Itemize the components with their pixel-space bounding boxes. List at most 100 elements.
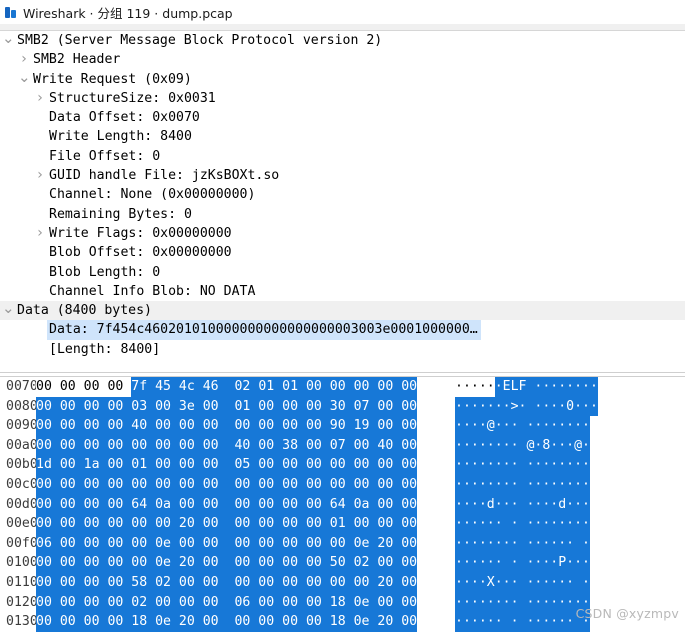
ascii-selected[interactable]: ······ · ······ · (455, 612, 590, 632)
hex-bytes-selected[interactable]: 00 00 00 00 64 0a 00 00 00 00 00 00 64 0… (36, 494, 418, 515)
hex-dump-row[interactable]: 0120 00 00 00 00 02 00 00 00 06 00 00 00 … (0, 592, 685, 613)
hex-bytes-selected[interactable]: 7f 45 4c 46 02 01 01 00 00 00 00 00 (131, 377, 418, 397)
ascii-selected[interactable]: ·ELF ········ (494, 377, 598, 397)
packet-detail-pane[interactable]: ⌄ SMB2 (Server Message Block Protocol ver… (0, 31, 685, 372)
hex-bytes-cell[interactable]: 00 00 00 00 00 00 00 00 00 00 00 00 00 0… (36, 474, 418, 495)
hex-bytes-selected[interactable]: 00 00 00 00 00 00 00 00 40 00 38 00 07 0… (36, 435, 418, 456)
ascii-cell[interactable]: ········ ········ (455, 592, 590, 613)
ascii-selected[interactable]: ········ ······ · (455, 533, 590, 554)
detail-tree-row[interactable]: File Offset: 0 (0, 147, 685, 166)
chevron-right-icon[interactable]: › (34, 224, 46, 243)
ascii-selected[interactable]: ········ ········ (455, 592, 590, 613)
ascii-cell[interactable]: ·······>· ····0··· (455, 396, 598, 417)
hex-bytes-selected[interactable]: 1d 00 1a 00 01 00 00 00 05 00 00 00 00 0… (36, 455, 418, 475)
hex-bytes-selected[interactable]: 00 00 00 00 02 00 00 00 06 00 00 00 18 0… (36, 592, 418, 613)
hex-bytes-selected[interactable]: 00 00 00 00 18 0e 20 00 00 00 00 00 18 0… (36, 612, 418, 632)
chevron-right-icon[interactable]: › (18, 50, 30, 69)
detail-tree-row[interactable]: › GUID handle File: jzKsBOXt.so (0, 166, 685, 185)
hex-bytes-cell[interactable]: 00 00 00 00 40 00 00 00 00 00 00 00 90 1… (36, 416, 418, 436)
hex-bytes-cell[interactable]: 00 00 00 00 00 00 20 00 00 00 00 00 01 0… (36, 514, 418, 534)
hex-bytes-cell[interactable]: 00 00 00 00 02 00 00 00 06 00 00 00 18 0… (36, 592, 418, 613)
detail-tree-row[interactable]: ⌄ SMB2 (Server Message Block Protocol ver… (0, 31, 685, 50)
hex-bytes-selected[interactable]: 06 00 00 00 00 0e 00 00 00 00 00 00 00 0… (36, 533, 418, 554)
detail-tree-row[interactable]: Data Offset: 0x0070 (0, 108, 685, 127)
ascii-cell[interactable]: ········ @·8···@· (455, 435, 590, 456)
title-separator (0, 24, 685, 31)
hex-bytes-selected[interactable]: 00 00 00 00 40 00 00 00 00 00 00 00 90 1… (36, 416, 418, 436)
hex-offset-label: 0100 (6, 555, 38, 571)
chevron-right-icon[interactable]: › (34, 89, 46, 108)
ascii-selected[interactable]: ····d··· ····d··· (455, 494, 590, 515)
hex-bytes-cell[interactable]: 00 00 00 00 64 0a 00 00 00 00 00 00 64 0… (36, 494, 418, 515)
hex-dump-row[interactable]: 0090 00 00 00 00 40 00 00 00 00 00 00 00 … (0, 416, 685, 436)
ascii-cell[interactable]: ····d··· ····d··· (455, 494, 590, 515)
hex-bytes-selected[interactable]: 00 00 00 00 03 00 3e 00 01 00 00 00 30 0… (36, 396, 418, 417)
hex-bytes-cell[interactable]: 06 00 00 00 00 0e 00 00 00 00 00 00 00 0… (36, 533, 418, 554)
ascii-selected[interactable]: ······ · ········ (455, 514, 590, 534)
ascii-cell[interactable]: ····@··· ········ (455, 416, 590, 436)
hex-bytes-unselected[interactable]: 00 00 00 00 (36, 377, 132, 397)
detail-tree-row[interactable]: Channel Info Blob: NO DATA (0, 282, 685, 301)
hex-bytes-cell[interactable]: 00 00 00 00 00 00 00 00 40 00 38 00 07 0… (36, 435, 418, 456)
hex-offset-label: 00c0 (6, 476, 38, 492)
hex-bytes-cell[interactable]: 00 00 00 00 00 0e 20 00 00 00 00 00 50 0… (36, 553, 418, 573)
hex-dump-row[interactable]: 0130 00 00 00 00 18 0e 20 00 00 00 00 00 … (0, 612, 685, 632)
ascii-selected[interactable]: ········ ········ (455, 474, 590, 495)
ascii-selected[interactable]: ······ · ····P··· (455, 553, 590, 573)
ascii-cell[interactable]: ········ ········ (455, 474, 590, 495)
hex-dump-row[interactable]: 0080 00 00 00 00 03 00 3e 00 01 00 00 00 … (0, 396, 685, 417)
ascii-selected[interactable]: ····@··· ········ (455, 416, 590, 436)
detail-tree-row[interactable]: ⌄ Write Request (0x09) (0, 69, 685, 89)
hex-dump-row[interactable]: 0110 00 00 00 00 58 02 00 00 00 00 00 00 … (0, 572, 685, 593)
packet-bytes-pane[interactable]: 0070 00 00 00 00 7f 45 4c 46 02 01 01 00 … (0, 377, 685, 632)
hex-dump-row[interactable]: 00d0 00 00 00 00 64 0a 00 00 00 00 00 00 … (0, 494, 685, 515)
hex-bytes-selected[interactable]: 00 00 00 00 00 00 00 00 00 00 00 00 00 0… (36, 474, 418, 495)
hex-dump-row[interactable]: 0070 00 00 00 00 7f 45 4c 46 02 01 01 00 … (0, 377, 685, 397)
ascii-cell[interactable]: ······ · ····P··· (455, 553, 590, 573)
ascii-selected[interactable]: ····X··· ······ · (455, 572, 590, 593)
detail-tree-row[interactable]: [Length: 8400] (0, 340, 685, 359)
ascii-cell[interactable]: ······ · ······ · (455, 612, 590, 632)
hex-bytes-cell[interactable]: 00 00 00 00 58 02 00 00 00 00 00 00 00 0… (36, 572, 418, 593)
hex-dump-row[interactable]: 00c0 00 00 00 00 00 00 00 00 00 00 00 00 … (0, 474, 685, 495)
ascii-selected[interactable]: ·······>· ····0··· (455, 396, 598, 417)
hex-bytes-selected[interactable]: 00 00 00 00 58 02 00 00 00 00 00 00 00 0… (36, 572, 418, 593)
detail-tree-row[interactable]: Remaining Bytes: 0 (0, 205, 685, 224)
hex-bytes-cell[interactable]: 00 00 00 00 03 00 3e 00 01 00 00 00 30 0… (36, 396, 418, 417)
chevron-down-icon[interactable]: ⌄ (2, 301, 15, 316)
hex-bytes-selected[interactable]: 00 00 00 00 00 00 20 00 00 00 00 00 01 0… (36, 514, 418, 534)
hex-dump-row[interactable]: 00a0 00 00 00 00 00 00 00 00 40 00 38 00 … (0, 435, 685, 456)
ascii-unselected[interactable]: ····· (455, 377, 495, 397)
hex-dump-row[interactable]: 00b0 1d 00 1a 00 01 00 00 00 05 00 00 00 … (0, 455, 685, 475)
ascii-cell[interactable]: ········ ······ · (455, 533, 590, 554)
hex-bytes-cell[interactable]: 00 00 00 00 7f 45 4c 46 02 01 01 00 00 0… (36, 377, 418, 397)
ascii-selected[interactable]: ········ @·8···@· (455, 435, 590, 456)
detail-tree-row[interactable]: Blob Offset: 0x00000000 (0, 243, 685, 262)
ascii-cell[interactable]: ······ELF ········ (455, 377, 598, 397)
hex-offset-label: 0090 (6, 418, 38, 434)
hex-bytes-selected[interactable]: 00 00 00 00 00 0e 20 00 00 00 00 00 50 0… (36, 553, 418, 573)
detail-tree-row[interactable]: Data: 7f454c4602010100000000000000000030… (0, 320, 685, 340)
detail-tree-row[interactable]: Channel: None (0x00000000) (0, 185, 685, 204)
detail-tree-row[interactable]: › StructureSize: 0x0031 (0, 89, 685, 108)
ascii-cell[interactable]: ····X··· ······ · (455, 572, 590, 593)
chevron-down-icon[interactable]: ⌄ (2, 31, 15, 46)
ascii-selected[interactable]: ········ ········ (455, 455, 590, 475)
chevron-down-icon[interactable]: ⌄ (18, 69, 31, 84)
detail-tree-row[interactable]: Write Length: 8400 (0, 127, 685, 146)
hex-dump-row[interactable]: 00f0 06 00 00 00 00 0e 00 00 00 00 00 00 … (0, 533, 685, 554)
hex-dump-row[interactable]: 00e0 00 00 00 00 00 00 20 00 00 00 00 00 … (0, 514, 685, 534)
detail-tree-row-label: Write Flags: 0x00000000 (49, 225, 232, 241)
detail-tree-row[interactable]: › Write Flags: 0x00000000 (0, 224, 685, 243)
detail-tree-row-label: Blob Length: 0 (49, 264, 161, 280)
hex-offset-label: 0080 (6, 398, 38, 414)
detail-tree-row[interactable]: ⌄ Data (8400 bytes) (0, 301, 685, 321)
chevron-right-icon[interactable]: › (34, 166, 46, 185)
hex-dump-row[interactable]: 0100 00 00 00 00 00 0e 20 00 00 00 00 00 … (0, 553, 685, 573)
detail-tree-row[interactable]: Blob Length: 0 (0, 263, 685, 282)
hex-bytes-cell[interactable]: 1d 00 1a 00 01 00 00 00 05 00 00 00 00 0… (36, 455, 418, 475)
hex-bytes-cell[interactable]: 00 00 00 00 18 0e 20 00 00 00 00 00 18 0… (36, 612, 418, 632)
ascii-cell[interactable]: ········ ········ (455, 455, 590, 475)
ascii-cell[interactable]: ······ · ········ (455, 514, 590, 534)
detail-tree-row[interactable]: › SMB2 Header (0, 50, 685, 69)
